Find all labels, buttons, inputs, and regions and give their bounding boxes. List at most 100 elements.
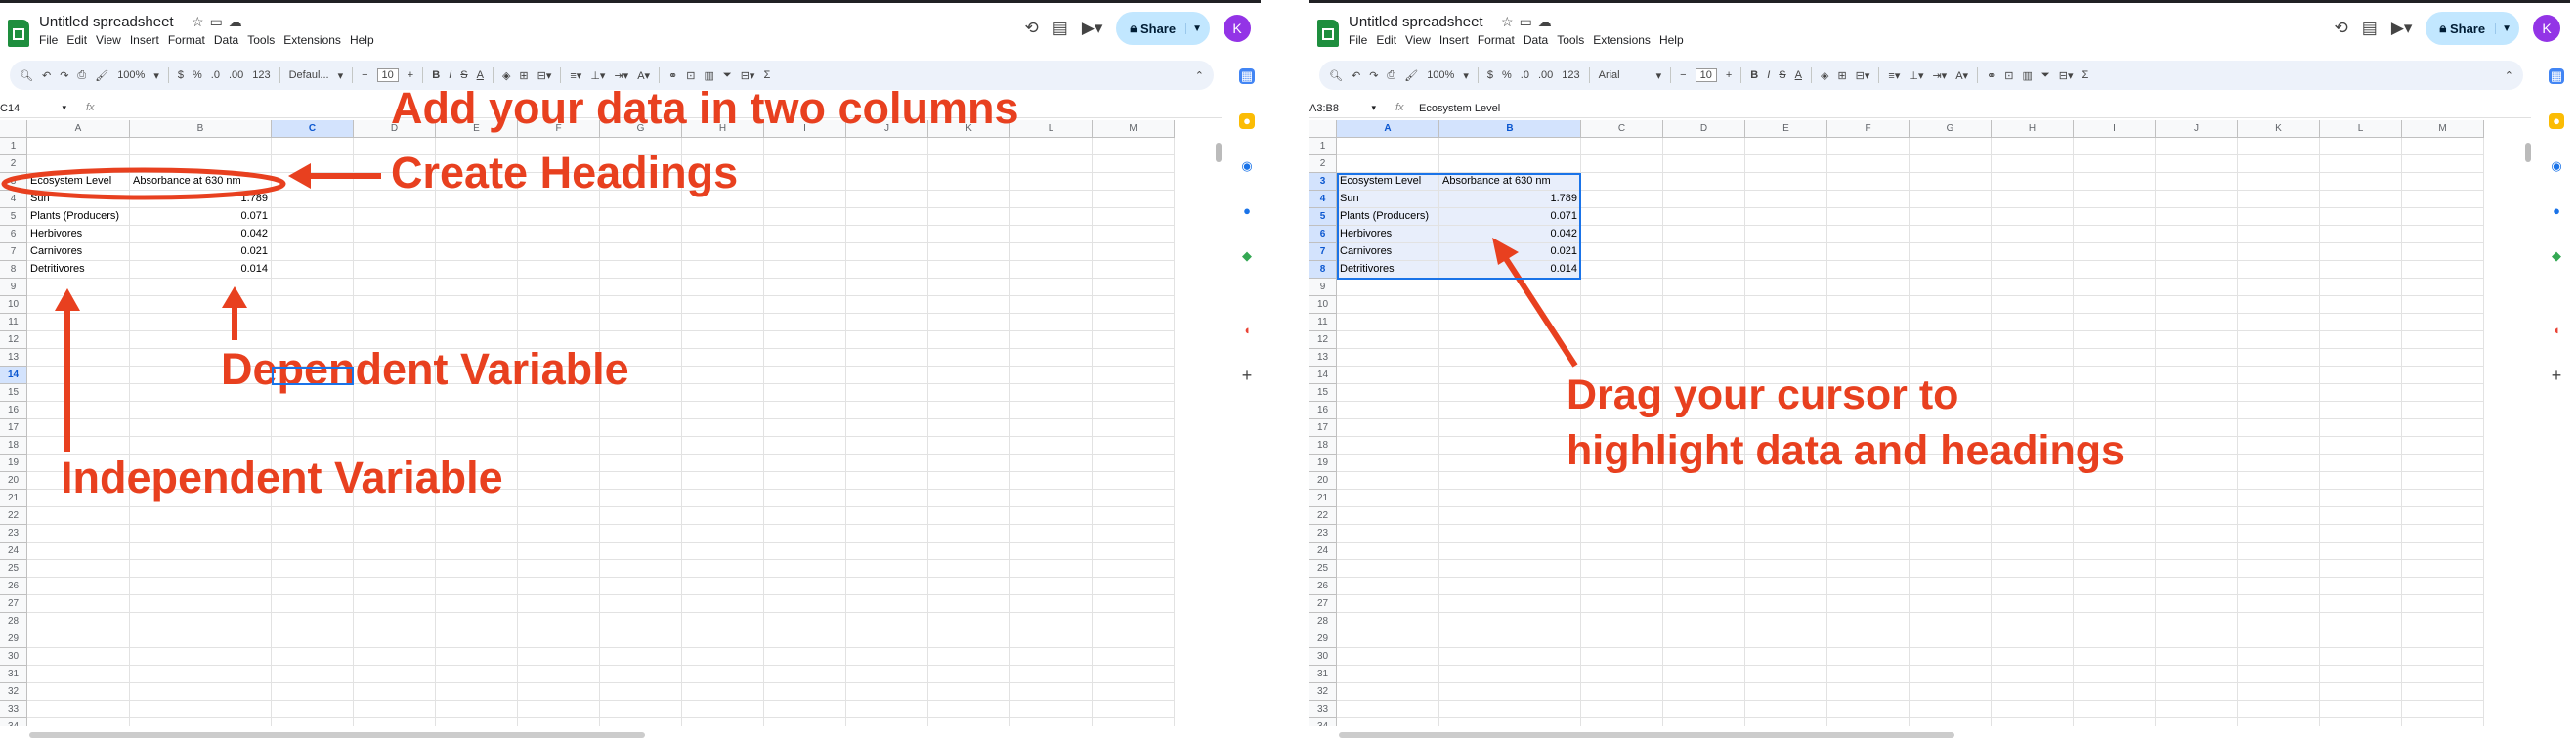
cell[interactable] bbox=[518, 490, 600, 507]
contacts-icon[interactable]: ● bbox=[1239, 203, 1255, 219]
cell[interactable] bbox=[1663, 718, 1745, 726]
cell[interactable] bbox=[1992, 666, 2074, 683]
cell[interactable] bbox=[1827, 296, 1910, 314]
font-select[interactable]: Defaul... bbox=[289, 69, 329, 81]
cell[interactable] bbox=[1992, 613, 2074, 630]
cell[interactable] bbox=[436, 718, 518, 726]
cell[interactable] bbox=[2156, 613, 2238, 630]
cell[interactable] bbox=[1581, 666, 1663, 683]
row-number[interactable]: 25 bbox=[1309, 560, 1337, 578]
cell[interactable] bbox=[846, 472, 928, 490]
row-number[interactable]: 18 bbox=[0, 437, 27, 455]
row-number[interactable]: 7 bbox=[1309, 243, 1337, 261]
cell[interactable] bbox=[682, 226, 764, 243]
cell[interactable] bbox=[518, 543, 600, 560]
cell[interactable] bbox=[27, 683, 130, 701]
add-addon-icon[interactable]: + bbox=[1239, 367, 1255, 384]
cell[interactable] bbox=[272, 595, 354, 613]
cell[interactable] bbox=[436, 543, 518, 560]
cell[interactable] bbox=[1827, 226, 1910, 243]
strikethrough-icon[interactable]: S bbox=[1779, 69, 1785, 81]
menu-tools[interactable]: Tools bbox=[247, 33, 275, 47]
print-icon[interactable]: ⎙ bbox=[1387, 69, 1395, 82]
cell[interactable] bbox=[436, 630, 518, 648]
cell-b[interactable]: 0.021 bbox=[130, 243, 272, 261]
cell[interactable] bbox=[928, 455, 1010, 472]
row-number[interactable]: 5 bbox=[1309, 208, 1337, 226]
cell[interactable] bbox=[2238, 296, 2320, 314]
cell[interactable] bbox=[354, 648, 436, 666]
cell[interactable] bbox=[2320, 191, 2402, 208]
row-number[interactable]: 28 bbox=[1309, 613, 1337, 630]
cell[interactable] bbox=[846, 384, 928, 402]
row-number[interactable]: 19 bbox=[1309, 455, 1337, 472]
print-icon[interactable]: ⎙ bbox=[77, 69, 86, 82]
cell[interactable] bbox=[2238, 595, 2320, 613]
cell[interactable] bbox=[1337, 630, 1439, 648]
cell[interactable] bbox=[2238, 578, 2320, 595]
cell[interactable] bbox=[272, 138, 354, 155]
cell[interactable] bbox=[846, 560, 928, 578]
cell[interactable] bbox=[2074, 595, 2156, 613]
cell[interactable] bbox=[928, 419, 1010, 437]
cell[interactable] bbox=[2156, 472, 2238, 490]
cell[interactable] bbox=[354, 701, 436, 718]
functions-icon[interactable]: Σ bbox=[2082, 69, 2088, 81]
cell[interactable] bbox=[1663, 331, 1745, 349]
cell[interactable] bbox=[1827, 155, 1910, 173]
cell[interactable] bbox=[354, 507, 436, 525]
cell[interactable] bbox=[1745, 666, 1827, 683]
row-number[interactable]: 3 bbox=[0, 173, 27, 191]
addon-icon[interactable]: ◖ bbox=[2549, 323, 2564, 338]
merge-cells-icon[interactable]: ⊟▾ bbox=[537, 69, 552, 82]
cell[interactable] bbox=[600, 578, 682, 595]
cell[interactable] bbox=[1581, 349, 1663, 367]
cell[interactable] bbox=[1992, 507, 2074, 525]
menu-format[interactable]: Format bbox=[168, 33, 205, 47]
sheets-logo-icon[interactable] bbox=[1317, 20, 1339, 47]
cell[interactable] bbox=[1010, 243, 1093, 261]
cell[interactable] bbox=[1581, 138, 1663, 155]
cell[interactable] bbox=[600, 701, 682, 718]
cell[interactable] bbox=[1581, 718, 1663, 726]
cell[interactable] bbox=[682, 208, 764, 226]
cell[interactable] bbox=[2402, 226, 2484, 243]
row-number[interactable]: 24 bbox=[1309, 543, 1337, 560]
cell[interactable] bbox=[1010, 595, 1093, 613]
row-number[interactable]: 25 bbox=[0, 560, 27, 578]
cell[interactable] bbox=[2402, 419, 2484, 437]
cell[interactable] bbox=[1827, 279, 1910, 296]
cell[interactable] bbox=[2320, 243, 2402, 261]
cell[interactable] bbox=[1910, 543, 1992, 560]
cell[interactable] bbox=[682, 543, 764, 560]
cell[interactable] bbox=[2156, 226, 2238, 243]
cell[interactable] bbox=[2238, 191, 2320, 208]
cell[interactable] bbox=[436, 683, 518, 701]
row-number[interactable]: 28 bbox=[0, 613, 27, 630]
cell[interactable] bbox=[2156, 666, 2238, 683]
cell[interactable] bbox=[130, 718, 272, 726]
cell[interactable] bbox=[1439, 525, 1581, 543]
cell[interactable] bbox=[1337, 543, 1439, 560]
cell[interactable] bbox=[1093, 490, 1175, 507]
cell[interactable] bbox=[764, 367, 846, 384]
cell[interactable] bbox=[2156, 296, 2238, 314]
cell[interactable] bbox=[764, 384, 846, 402]
cell[interactable] bbox=[130, 648, 272, 666]
cell[interactable] bbox=[1093, 402, 1175, 419]
cell[interactable] bbox=[846, 543, 928, 560]
cell[interactable] bbox=[1827, 243, 1910, 261]
cell[interactable] bbox=[600, 560, 682, 578]
select-all-corner[interactable] bbox=[1309, 120, 1337, 138]
keep-icon[interactable]: ● bbox=[1239, 113, 1255, 129]
menu-tools[interactable]: Tools bbox=[1557, 33, 1584, 47]
cell[interactable] bbox=[1910, 279, 1992, 296]
cell[interactable] bbox=[1581, 543, 1663, 560]
cell[interactable] bbox=[1337, 595, 1439, 613]
cell[interactable] bbox=[1745, 155, 1827, 173]
cell[interactable] bbox=[928, 683, 1010, 701]
maps-icon[interactable]: ◆ bbox=[1239, 248, 1255, 264]
cell[interactable] bbox=[1827, 208, 1910, 226]
cell[interactable] bbox=[1745, 525, 1827, 543]
cell-b[interactable]: 0.042 bbox=[130, 226, 272, 243]
